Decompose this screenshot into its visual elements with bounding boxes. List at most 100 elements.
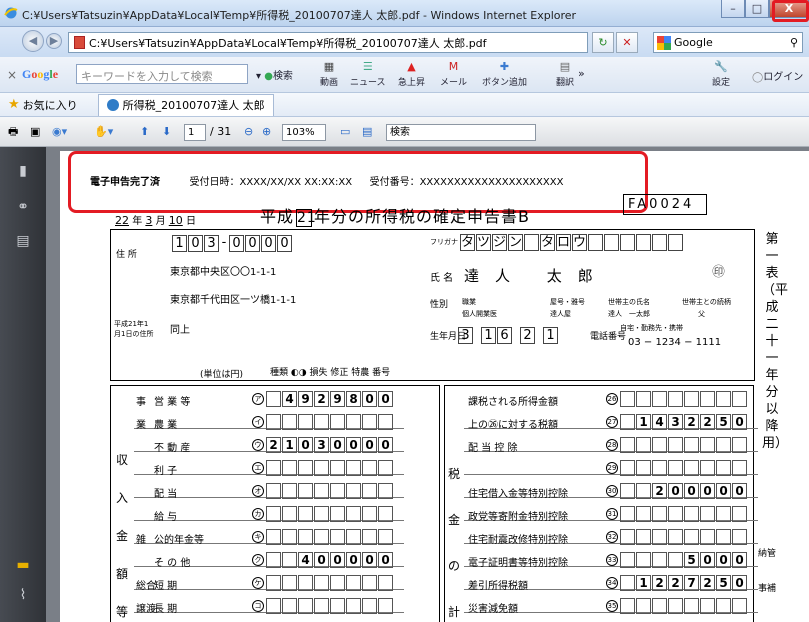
row-amount-cells [620, 506, 748, 522]
page-number-input[interactable]: 1 [184, 124, 206, 141]
hand-icon[interactable]: ✋▾ [94, 123, 113, 141]
toolbar-news[interactable]: ☰ ニュース [350, 60, 386, 88]
forward-button[interactable]: ▶ [46, 33, 62, 49]
householder-value: 達人 一太郎 [608, 310, 650, 318]
search-icon[interactable]: ⚲ [790, 36, 798, 49]
attachments-icon[interactable]: ⚭ [14, 199, 32, 217]
amount-digit: 0 [732, 414, 747, 430]
google-search-button[interactable]: ▾ ●検索 [256, 67, 293, 82]
zoom-select[interactable]: 103% [282, 124, 326, 141]
toolbar-settings[interactable]: 🔧 設定 [712, 60, 730, 88]
address-label: 住 所 [116, 250, 137, 260]
address-field[interactable]: C:¥Users¥Tatsuzin¥AppData¥Local¥Temp¥所得税… [68, 32, 588, 53]
amount-digit [298, 460, 313, 476]
pdf-search-input[interactable]: 検索 [386, 124, 536, 141]
print-icon[interactable]: 🖶 [8, 123, 18, 141]
toolbar-video[interactable]: ▦ 動画 [320, 60, 338, 88]
comments-icon[interactable]: ▬ [14, 557, 32, 575]
amount-digit [346, 414, 361, 430]
amount-digit [716, 598, 731, 614]
amount-digit [266, 575, 281, 591]
amount-digit [330, 506, 345, 522]
toolbar-more[interactable]: » [578, 67, 585, 80]
document-viewer[interactable]: 電子申告完了済 受付日時：XXXX/XX/XX XX:XX:XX 受付番号：XX… [46, 147, 809, 622]
amount-digit [314, 529, 329, 545]
browser-tab[interactable]: 所得税_20100707達人 太郎 [97, 93, 274, 116]
favorites-button[interactable]: ★ お気に入り [8, 97, 78, 113]
amount-digit [378, 460, 393, 476]
name-label: 氏 名 [430, 273, 454, 284]
attachment-clip-icon[interactable]: ⌇ [14, 587, 32, 605]
back-button[interactable]: ◀ [22, 30, 44, 52]
next-page-icon[interactable]: ⬇ [162, 123, 171, 141]
pages-icon[interactable]: ▮ [14, 163, 32, 181]
row-label: 給 与 [154, 512, 178, 523]
search-box[interactable]: Google ⚲ [653, 32, 803, 53]
amount-digit [636, 460, 651, 476]
amount-digit [282, 506, 297, 522]
amount-digit [314, 506, 329, 522]
bookmarks-icon[interactable]: ▤ [14, 233, 32, 251]
amount-digit [636, 529, 651, 545]
amount-digit [700, 437, 715, 453]
amount-digit [298, 414, 313, 430]
amount-digit: 0 [362, 437, 377, 453]
amount-digit [684, 437, 699, 453]
amount-digit [266, 391, 281, 407]
yago-label: 屋号・雅号 [550, 298, 585, 306]
google-search-input[interactable]: キーワードを入力して検索 [76, 64, 248, 84]
fit-page-icon[interactable]: ▭ [340, 123, 350, 141]
close-toolbar-icon[interactable]: × [7, 68, 17, 82]
amount-digit [620, 575, 635, 591]
share-icon[interactable]: ◉▾ [52, 123, 67, 141]
amount-digit [700, 506, 715, 522]
amount-digit [378, 529, 393, 545]
amount-digit: 0 [314, 552, 329, 568]
amount-digit: 0 [362, 391, 377, 407]
stop-button[interactable]: ✕ [616, 32, 638, 53]
maximize-button[interactable]: □ [745, 0, 769, 18]
amount-digit [346, 506, 361, 522]
amount-digit: 0 [362, 552, 377, 568]
amount-digit [652, 391, 667, 407]
prev-page-icon[interactable]: ⬆ [140, 123, 149, 141]
address-line-3: 同上 [170, 325, 190, 336]
amount-digit [652, 529, 667, 545]
toolbar-add-button[interactable]: ✚ ボタン追加 [482, 60, 527, 88]
news-icon: ☰ [362, 60, 373, 73]
amount-digit: 0 [732, 575, 747, 591]
save-icon[interactable]: ▣ [30, 123, 40, 141]
amount-digit [362, 460, 377, 476]
right-label-1: 納管 [758, 549, 777, 559]
toolbar-mail[interactable]: M メール [440, 60, 467, 88]
zoom-in-icon[interactable]: ⊕ [262, 123, 271, 141]
toolbar-translate[interactable]: ▤ 翻訳 [556, 60, 574, 88]
minimize-button[interactable]: – [721, 0, 745, 18]
amount-digit [330, 460, 345, 476]
amount-digit [362, 506, 377, 522]
row-label: 利 子 [154, 466, 178, 477]
amount-digit: 2 [652, 575, 667, 591]
row-mark: オ [252, 485, 264, 497]
amount-digit [716, 391, 731, 407]
row-mark: 32 [606, 531, 618, 543]
login-button[interactable]: ◯ログイン [752, 68, 803, 83]
amount-digit [732, 506, 747, 522]
zoom-out-icon[interactable]: ⊖ [244, 123, 253, 141]
amount-digit [330, 529, 345, 545]
amount-digit [684, 529, 699, 545]
refresh-button[interactable]: ↻ [592, 32, 614, 53]
tab-icon [106, 99, 119, 111]
fit-width-icon[interactable]: ▤ [362, 123, 372, 141]
income-side-label: 収 入 金 額 等 [116, 453, 129, 619]
amount-digit [652, 460, 667, 476]
occupation-value: 個人開業医 [462, 310, 497, 318]
form-title: 平成 21年分の所得税の確定申告書B [260, 207, 530, 227]
close-highlight [772, 0, 809, 22]
pdf-file-icon [74, 36, 85, 49]
row-amount-cells [266, 529, 394, 545]
row-amount-cells [620, 437, 748, 453]
amount-digit [346, 483, 361, 499]
toolbar-trending[interactable]: ▲ 急上昇 [398, 60, 425, 88]
amount-digit [378, 598, 393, 614]
